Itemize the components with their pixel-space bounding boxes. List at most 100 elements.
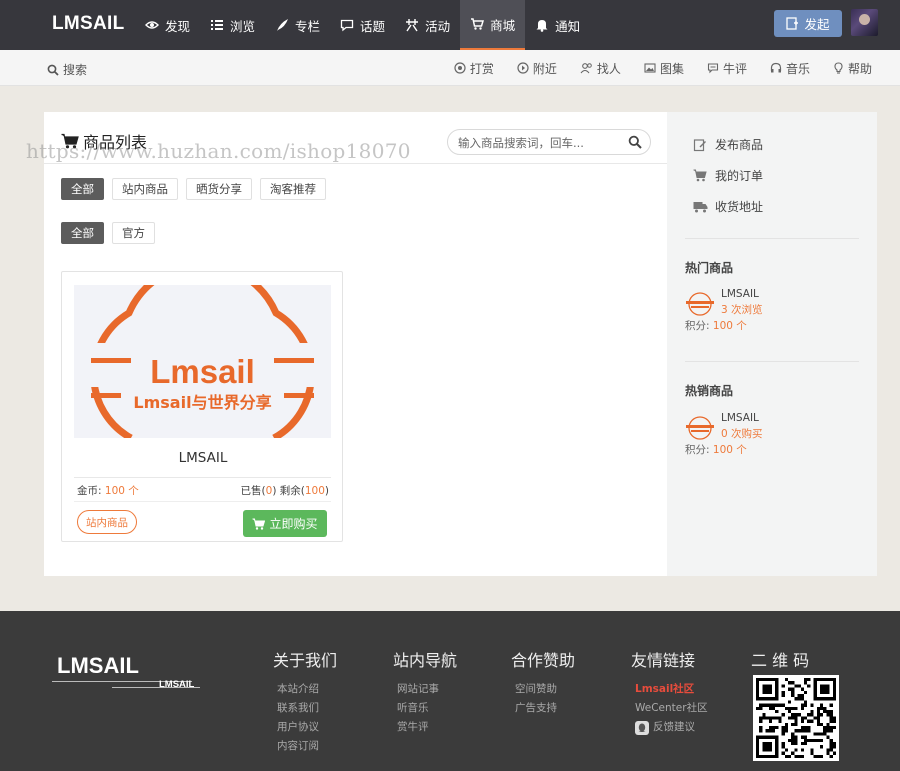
search-link[interactable]: 搜索 [47,61,87,78]
footer-link[interactable]: 网站记事 [397,680,457,699]
footer-col-title: 友情链接 [631,651,696,670]
subnav-item-gallery[interactable]: 图集 [644,50,684,86]
product-search-input[interactable] [458,134,618,151]
footer-link[interactable]: 赏牛评 [397,718,457,737]
sub-navbar: 搜索 打赏 附近 找人 图集 牛评 音乐 帮助 [0,50,900,86]
nav-label: 发现 [165,18,191,34]
image-icon [644,62,656,74]
sidebar-label: 发布商品 [715,138,764,152]
secondary-nav: 打赏 附近 找人 图集 牛评 音乐 帮助 [431,50,872,86]
product-tag[interactable]: 站内商品 [77,510,137,534]
site-logo[interactable]: LMSAIL [52,13,125,35]
nav-item-discover[interactable]: 发现 [135,0,200,50]
edit-icon [693,138,709,152]
points-value: 100 个 [712,444,747,456]
footer-link[interactable]: 听音乐 [397,699,457,718]
compose-icon [786,17,799,30]
location-icon [517,62,529,74]
footer-link[interactable]: Lmsail社区 [635,680,708,699]
buy-label: 立即购买 [269,517,318,531]
search-icon [47,64,59,76]
cart-icon [61,133,79,149]
footer-link[interactable]: 空间赞助 [515,680,575,699]
footer: LMSAIL LMSAIL 关于我们 本站介绍 联系我们 用户协议 内容订阅 站… [0,611,900,771]
list-icon [210,18,224,32]
divider [685,361,859,362]
filter-official[interactable]: 官方 [112,222,155,244]
coin-info: 金币: 100 个 [77,483,139,498]
footer-col-site-nav: 站内导航 网站记事 听音乐 赏牛评 [393,647,457,737]
headphones-icon [770,62,782,74]
nav-item-mall[interactable]: 商城 [460,0,526,50]
publish-button[interactable]: 发起 [774,10,842,37]
best-selling-heading: 热销商品 [685,384,734,398]
footer-link[interactable]: 用户协议 [277,718,337,737]
footer-col-sponsor: 合作赞助 空间赞助 广告支持 [511,647,575,718]
filter-share[interactable]: 晒货分享 [186,178,252,200]
sidebar-item-my-orders[interactable]: 我的订单 [693,167,763,184]
filter-taoke[interactable]: 淘客推荐 [260,178,326,200]
subnav-item-reward[interactable]: 打赏 [454,50,494,86]
cart-icon [252,518,266,530]
buy-now-button[interactable]: 立即购买 [243,510,327,537]
main-nav: 发现 浏览 专栏 话题 活动 商城 通知 [135,0,590,50]
footer-link[interactable]: 广告支持 [515,699,575,718]
nav-item-column[interactable]: 专栏 [265,0,330,50]
sales-label: 次购买 [727,428,763,440]
user-avatar[interactable] [851,9,878,36]
category-filter: 全部 站内商品 晒货分享 淘客推荐 [61,178,334,200]
footer-col-title: 二 维 码 [751,651,810,670]
filter-source-all[interactable]: 全部 [61,222,104,244]
footer-logo[interactable]: LMSAIL [57,653,139,679]
nav-item-notify[interactable]: 通知 [525,0,590,50]
nav-item-topics[interactable]: 话题 [330,0,395,50]
nav-label: 浏览 [230,18,256,34]
cart-icon [693,169,709,182]
view-label: 次浏览 [727,304,763,316]
nav-item-browse[interactable]: 浏览 [200,0,265,50]
product-image[interactable]: Lmsail Lmsail与世界分享 [74,285,331,438]
divider [74,501,331,502]
nav-label: 话题 [360,18,386,34]
filter-all[interactable]: 全部 [61,178,104,200]
nav-item-activity[interactable]: 活动 [395,0,460,50]
product-name[interactable]: LMSAIL [62,450,344,466]
footer-link[interactable]: WeCenter社区 [635,699,708,718]
subnav-item-people[interactable]: 找人 [580,50,621,86]
lightbulb-icon [833,62,844,74]
subnav-item-music[interactable]: 音乐 [770,50,810,86]
hot-product-name[interactable]: LMSAIL [721,288,759,300]
product-thumbnail [685,291,715,317]
subnav-item-nearby[interactable]: 附近 [517,50,557,86]
people-icon [580,62,593,74]
filter-site-products[interactable]: 站内商品 [112,178,178,200]
feather-icon [275,18,289,32]
reward-icon [454,62,466,74]
best-selling-item[interactable]: LMSAIL 0 次购买 积分: 100 个 [685,412,865,468]
page-title: 商品列表 [61,129,147,153]
search-icon[interactable] [628,135,642,149]
feedback-link[interactable]: 反馈建议 [635,718,708,737]
list-header: 商品列表 [44,112,667,164]
points-label: 积分: [685,444,710,456]
hot-product-item[interactable]: LMSAIL 3 次浏览 积分: 100 个 [685,288,865,344]
sidebar-item-address[interactable]: 收货地址 [693,198,763,215]
subnav-label: 图集 [659,61,684,76]
sidebar-label: 我的订单 [715,169,764,183]
coin-label: 金币: [77,485,102,497]
nav-label: 通知 [555,18,581,34]
main-content: 商品列表 全部 站内商品 晒货分享 淘客推荐 全部 官方 Lmsail Lmsa… [44,112,877,576]
nav-label: 专栏 [295,18,321,34]
stock-info: 已售(0) 剩余(100) [241,483,329,498]
subnav-item-reviews[interactable]: 牛评 [707,50,747,86]
footer-col-title: 站内导航 [393,651,458,670]
footer-link[interactable]: 联系我们 [277,699,337,718]
footer-link[interactable]: 本站介绍 [277,680,337,699]
subnav-item-help[interactable]: 帮助 [833,50,872,86]
footer-link[interactable]: 内容订阅 [277,737,337,756]
page-title-text: 商品列表 [83,133,148,152]
best-product-points: 积分: 100 个 [685,442,747,457]
footer-col-friends: 友情链接 Lmsail社区 WeCenter社区 反馈建议 [631,647,708,737]
sidebar-item-publish-product[interactable]: 发布商品 [693,136,763,153]
best-product-name[interactable]: LMSAIL [721,412,759,424]
